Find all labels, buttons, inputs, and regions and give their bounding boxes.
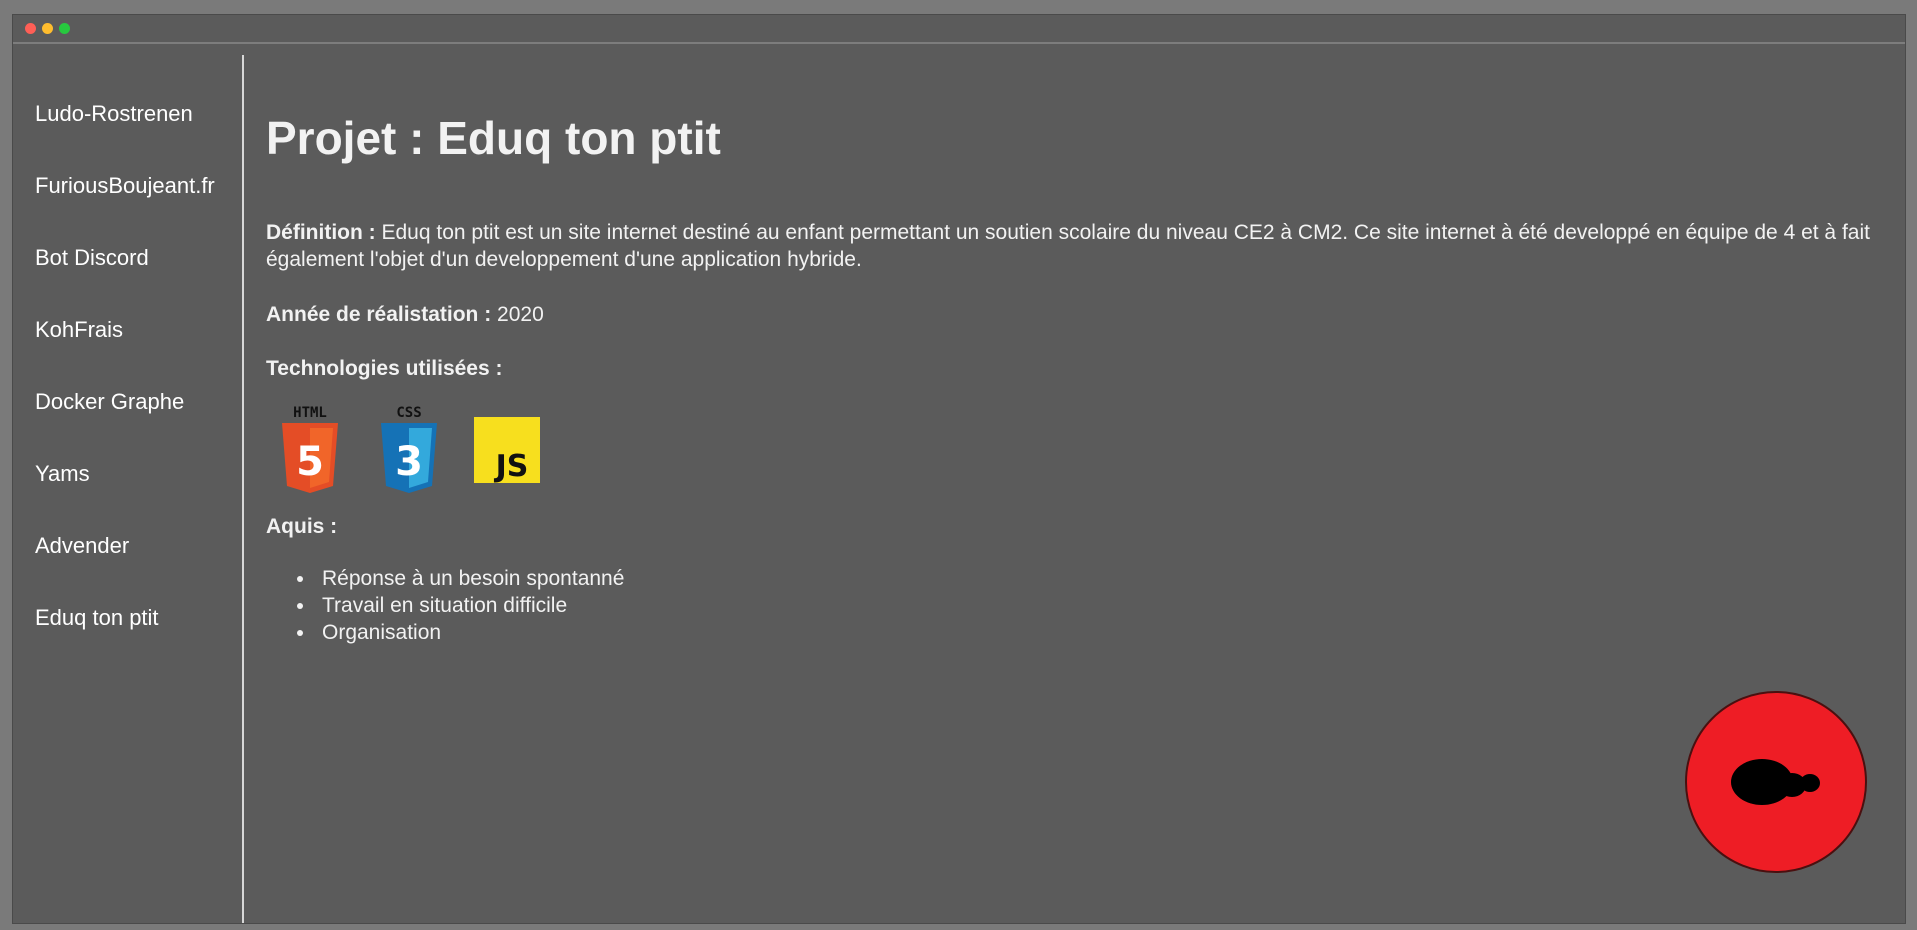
page-title: Projet : Eduq ton ptit (266, 112, 721, 164)
technologies-heading: Technologies utilisées : (266, 355, 503, 382)
browser-window: Ludo-Rostrenen FuriousBoujeant.fr Bot Di… (12, 14, 1906, 924)
project-sidebar: Ludo-Rostrenen FuriousBoujeant.fr Bot Di… (13, 55, 244, 923)
list-item: Organisation (316, 619, 624, 646)
year-value: 2020 (491, 303, 544, 326)
definition-paragraph: Définition : Eduq ton ptit est un site i… (266, 219, 1886, 273)
logo-blob-small (1800, 774, 1820, 792)
year-label: Année de réalistation : (266, 303, 492, 326)
acquis-label: Aquis : (266, 515, 338, 538)
year-paragraph: Année de réalistation : 2020 (266, 301, 544, 328)
javascript-icon-label: JS (494, 449, 529, 483)
javascript-icon: JS (474, 417, 540, 483)
sidebar-item-advender[interactable]: Advender (35, 533, 129, 559)
definition-label: Définition : (266, 221, 376, 244)
sidebar-item-yams[interactable]: Yams (35, 461, 90, 487)
html5-icon: HTML 5 (282, 405, 338, 493)
maximize-window-button[interactable] (59, 23, 70, 34)
brand-logo-icon[interactable] (1684, 690, 1868, 874)
acquis-heading: Aquis : (266, 513, 337, 540)
html5-icon-number: 5 (296, 439, 324, 485)
css3-icon: CSS 3 (381, 405, 437, 493)
sidebar-item-eduq-ton-ptit[interactable]: Eduq ton ptit (35, 605, 159, 631)
close-window-button[interactable] (25, 23, 36, 34)
minimize-window-button[interactable] (42, 23, 53, 34)
acquis-list: Réponse à un besoin spontanné Travail en… (300, 565, 624, 646)
window-titlebar (13, 15, 1905, 44)
sidebar-item-furiousboujeant[interactable]: FuriousBoujeant.fr (35, 173, 215, 199)
project-detail: Projet : Eduq ton ptit Définition : Eduq… (266, 55, 1885, 923)
css3-icon-number: 3 (395, 439, 423, 485)
definition-text: Eduq ton ptit est un site internet desti… (266, 221, 1870, 271)
list-item: Réponse à un besoin spontanné (316, 565, 624, 592)
css3-icon-label: CSS (396, 405, 421, 421)
sidebar-item-docker-graphe[interactable]: Docker Graphe (35, 389, 184, 415)
sidebar-item-ludo-rostrenen[interactable]: Ludo-Rostrenen (35, 101, 193, 127)
sidebar-item-bot-discord[interactable]: Bot Discord (35, 245, 149, 271)
sidebar-item-kohfrais[interactable]: KohFrais (35, 317, 123, 343)
list-item: Travail en situation difficile (316, 592, 624, 619)
html5-icon-label: HTML (293, 405, 327, 421)
technologies-label: Technologies utilisées : (266, 357, 503, 380)
